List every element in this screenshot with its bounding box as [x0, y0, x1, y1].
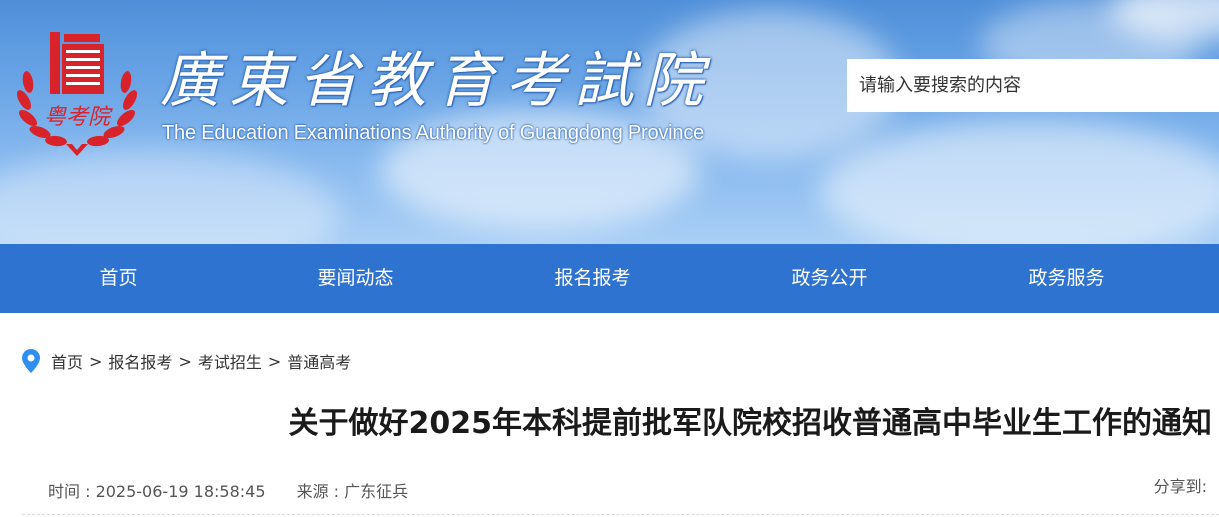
breadcrumb-item-registration[interactable]: 报名报考	[108, 349, 172, 373]
nav-item-home[interactable]: 首页	[0, 244, 237, 313]
header-banner: 粤考院 廣東省教育考試院 The Education Examinations …	[0, 0, 1219, 244]
site-subtitle: The Education Examinations Authority of …	[162, 122, 705, 144]
cloud-decoration	[820, 120, 1219, 244]
location-pin-icon	[22, 349, 40, 373]
divider	[22, 514, 1219, 515]
site-logo[interactable]: 粤考院	[14, 26, 140, 158]
breadcrumb: 首页 > 报名报考 > 考试招生 > 普通高考	[22, 348, 351, 374]
breadcrumb-separator: >	[178, 351, 192, 371]
share-label: 分享到:	[1153, 477, 1207, 496]
main-nav: 首页 要闻动态 报名报考 政务公开 政务服务	[0, 244, 1219, 313]
publish-time: 时间 : 2025-06-19 18:58:45	[48, 482, 266, 501]
breadcrumb-item-admissions[interactable]: 考试招生	[198, 349, 262, 373]
breadcrumb-item-gaokao[interactable]: 普通高考	[287, 349, 351, 373]
nav-item-news[interactable]: 要闻动态	[237, 244, 474, 313]
article-source: 来源 : 广东征兵	[296, 482, 409, 501]
search-input[interactable]	[847, 59, 1219, 112]
breadcrumb-separator: >	[89, 351, 103, 371]
article-meta: 时间 : 2025-06-19 18:58:45 来源 : 广东征兵	[48, 478, 434, 502]
article-title: 关于做好2025年本科提前批军队院校招收普通高中毕业生工作的通知	[288, 406, 1213, 441]
site-title: 廣東省教育考試院	[160, 46, 712, 116]
nav-item-registration[interactable]: 报名报考	[474, 244, 711, 313]
breadcrumb-item-home[interactable]: 首页	[51, 349, 83, 373]
breadcrumb-separator: >	[267, 351, 282, 371]
nav-item-government-services[interactable]: 政务服务	[948, 244, 1185, 313]
logo-text: 粤考院	[44, 105, 113, 130]
cloud-decoration	[0, 150, 340, 244]
nav-item-government-affairs[interactable]: 政务公开	[711, 244, 948, 313]
